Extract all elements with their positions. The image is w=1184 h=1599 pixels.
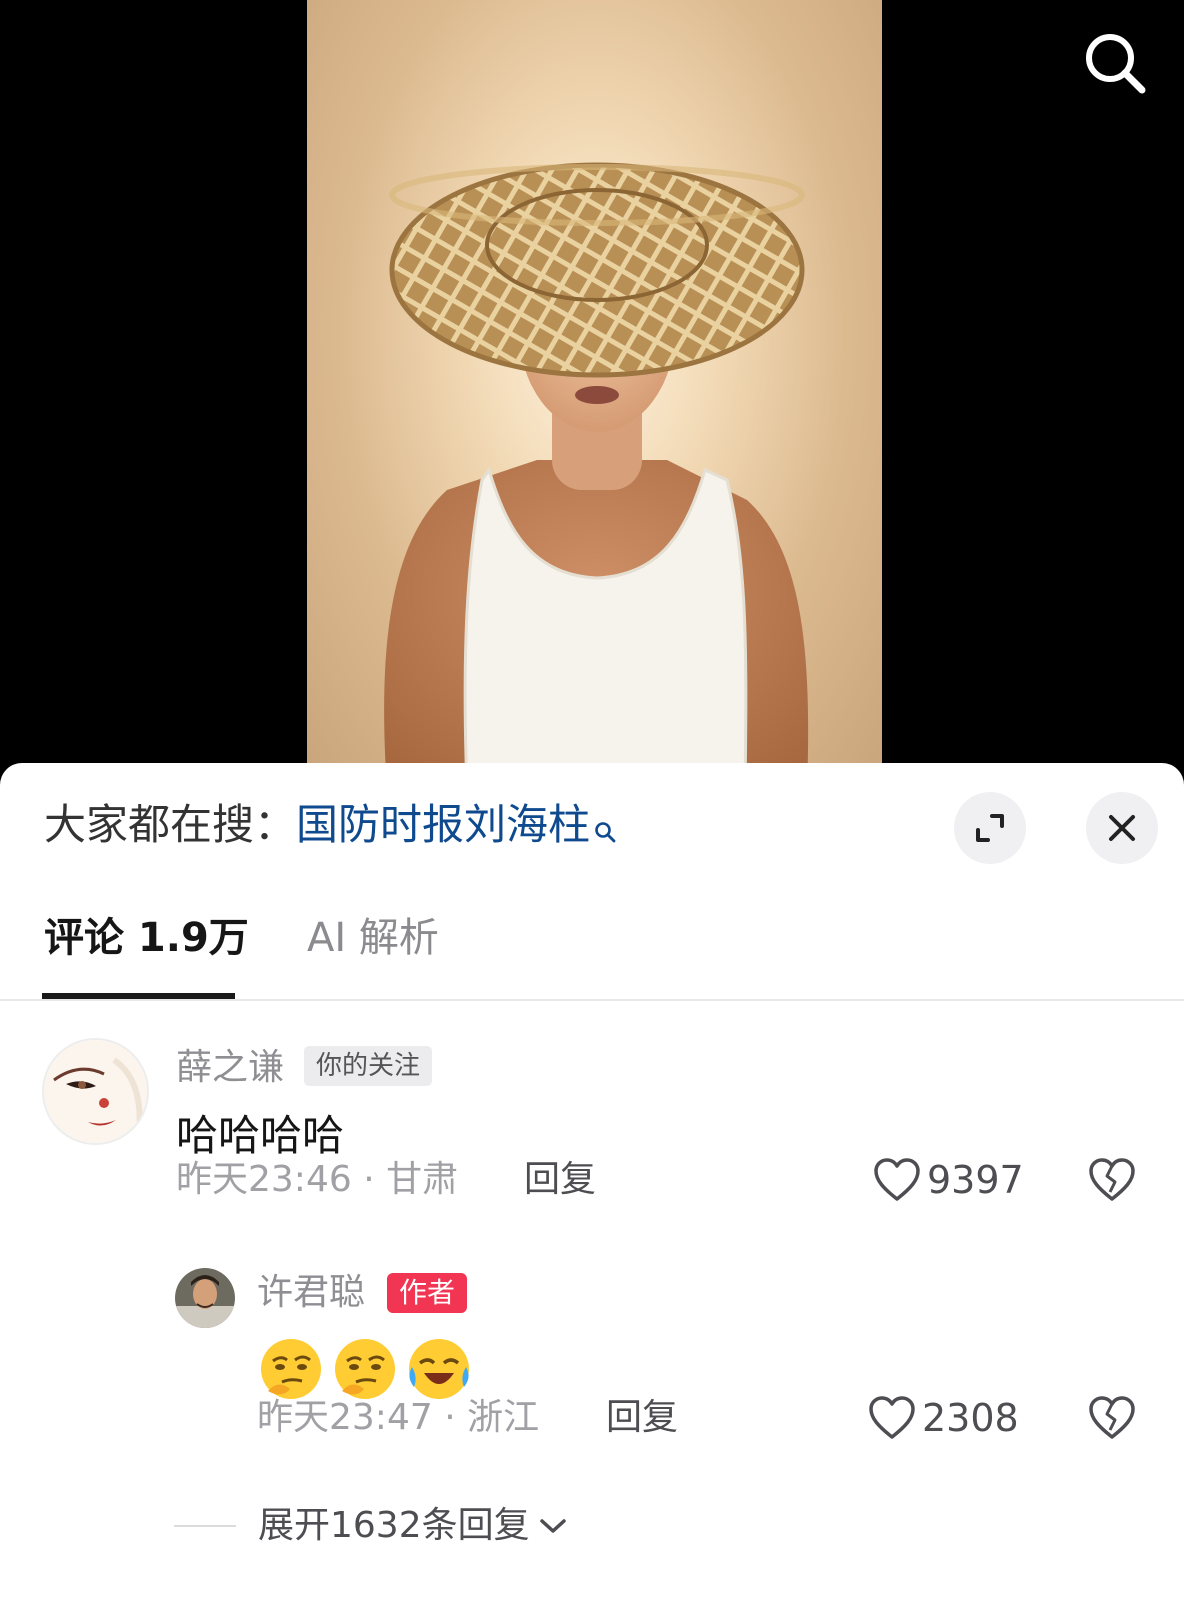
reply-time-location: 昨天23:47 · 浙江: [257, 1397, 540, 1438]
laugh-cry-emoji-icon: [409, 1339, 469, 1399]
close-icon: [1109, 815, 1135, 841]
comment-time-location: 昨天23:46 · 甘肃: [176, 1159, 459, 1200]
reply-username[interactable]: 许君聪: [257, 1271, 365, 1315]
hot-search-keyword[interactable]: 国防时报刘海柱: [296, 800, 590, 849]
heart-icon: [874, 1158, 920, 1201]
broken-heart-icon: [1089, 1396, 1135, 1439]
reply-like-button[interactable]: 2308: [868, 1393, 1019, 1443]
reply-reply-button[interactable]: 回复: [606, 1396, 678, 1440]
reply-avatar-image: [175, 1268, 235, 1328]
tab-ai-analysis[interactable]: AI 解析: [307, 913, 439, 963]
reply-avatar[interactable]: [175, 1268, 235, 1328]
tab-active-indicator: [42, 993, 235, 999]
following-badge: 你的关注: [304, 1046, 433, 1086]
video-person-image: [384, 162, 809, 790]
video-player[interactable]: [0, 0, 1184, 790]
expand-replies-button[interactable]: 展开1632条回复: [174, 1501, 568, 1551]
avatar[interactable]: [42, 1038, 149, 1145]
close-button[interactable]: [1086, 792, 1158, 864]
author-badge: 作者: [387, 1273, 468, 1313]
tab-comments[interactable]: 评论 1.9万: [44, 913, 249, 963]
video-frame[interactable]: [307, 0, 882, 790]
chevron-down-icon: [539, 1519, 566, 1533]
fullscreen-button[interactable]: [954, 792, 1026, 864]
avatar-image: [44, 1040, 147, 1143]
divider-line: [174, 1525, 236, 1527]
broken-heart-icon: [1089, 1158, 1135, 1201]
expand-replies-label: 展开1632条回复: [258, 1505, 530, 1546]
thinking-smug-emoji-icon: [335, 1339, 395, 1399]
search-icon: [1086, 34, 1146, 94]
search-button[interactable]: [1080, 28, 1150, 98]
expand-icon: [976, 814, 1004, 842]
tab-bar: 评论 1.9万 AI 解析: [0, 893, 1184, 1001]
hot-search-bar: 大家都在搜：国防时报刘海柱: [44, 799, 616, 855]
like-button[interactable]: 9397: [873, 1155, 1024, 1205]
hot-search-prefix: 大家都在搜：: [44, 800, 297, 849]
like-count: 9397: [927, 1158, 1024, 1202]
reply-button[interactable]: 回复: [524, 1158, 596, 1202]
reply-dislike-button[interactable]: [1088, 1394, 1136, 1442]
thinking-smug-emoji-icon: [261, 1339, 321, 1399]
reply-like-count: 2308: [922, 1396, 1019, 1440]
comment-sheet: 大家都在搜：国防时报刘海柱 评论 1.9万 AI 解析 薛之谦 你的关注 哈哈哈…: [0, 763, 1184, 1599]
small-search-icon[interactable]: [594, 803, 616, 855]
heart-icon: [869, 1396, 915, 1439]
comment-text: 哈哈哈哈: [176, 1111, 345, 1160]
dislike-button[interactable]: [1088, 1156, 1136, 1204]
reply-emoji-content: [256, 1333, 474, 1405]
comment-username[interactable]: 薛之谦: [176, 1046, 284, 1090]
